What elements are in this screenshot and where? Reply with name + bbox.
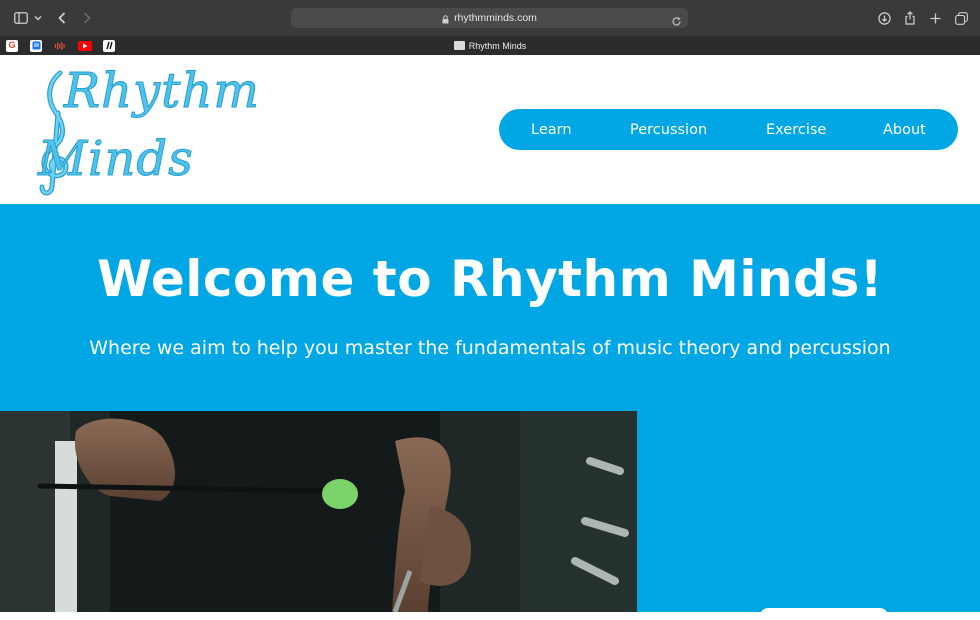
active-tab[interactable]: Rhythm Minds [0, 36, 980, 55]
nav-item-percussion[interactable]: Percussion [630, 109, 707, 150]
downloads-icon[interactable] [876, 8, 892, 28]
main-nav: Learn Percussion Exercise About [499, 109, 958, 150]
nav-item-exercise[interactable]: Exercise [766, 109, 826, 150]
lock-icon [442, 9, 449, 28]
site-favicon-icon [453, 41, 465, 50]
nav-item-learn[interactable]: Learn [531, 109, 572, 150]
nav-item-about[interactable]: About [883, 109, 926, 150]
logo-text-minds: Minds [38, 131, 194, 188]
browser-toolbar: rhythmminds.com [0, 0, 980, 36]
hero-subtitle: Where we aim to help you master the fund… [89, 337, 891, 359]
address-bar[interactable]: rhythmminds.com [291, 8, 688, 28]
url-text: rhythmminds.com [454, 12, 537, 24]
hero-cta-button[interactable] [760, 608, 888, 620]
tab-title: Rhythm Minds [468, 40, 527, 51]
hero-section: Welcome to Rhythm Minds! Where we aim to… [0, 204, 980, 620]
tab-overview-icon[interactable] [953, 8, 969, 28]
chevron-down-icon[interactable] [33, 8, 43, 28]
rhythm-minds-logo[interactable]: Rhythm Minds [22, 63, 259, 198]
site-header: Rhythm Minds Learn Percussion Exercise A… [0, 55, 980, 204]
share-icon[interactable] [902, 8, 918, 28]
sidebar-toggle-icon[interactable] [12, 8, 30, 28]
new-tab-icon[interactable] [928, 8, 942, 28]
reload-icon[interactable] [671, 12, 682, 31]
forward-icon[interactable] [80, 8, 94, 28]
hero-title: Welcome to Rhythm Minds! [96, 250, 884, 308]
percussion-video[interactable] [0, 411, 637, 612]
back-icon[interactable] [55, 8, 69, 28]
drummer-video-frame [0, 411, 637, 612]
logo-text-rhythm: Rhythm [64, 63, 260, 120]
